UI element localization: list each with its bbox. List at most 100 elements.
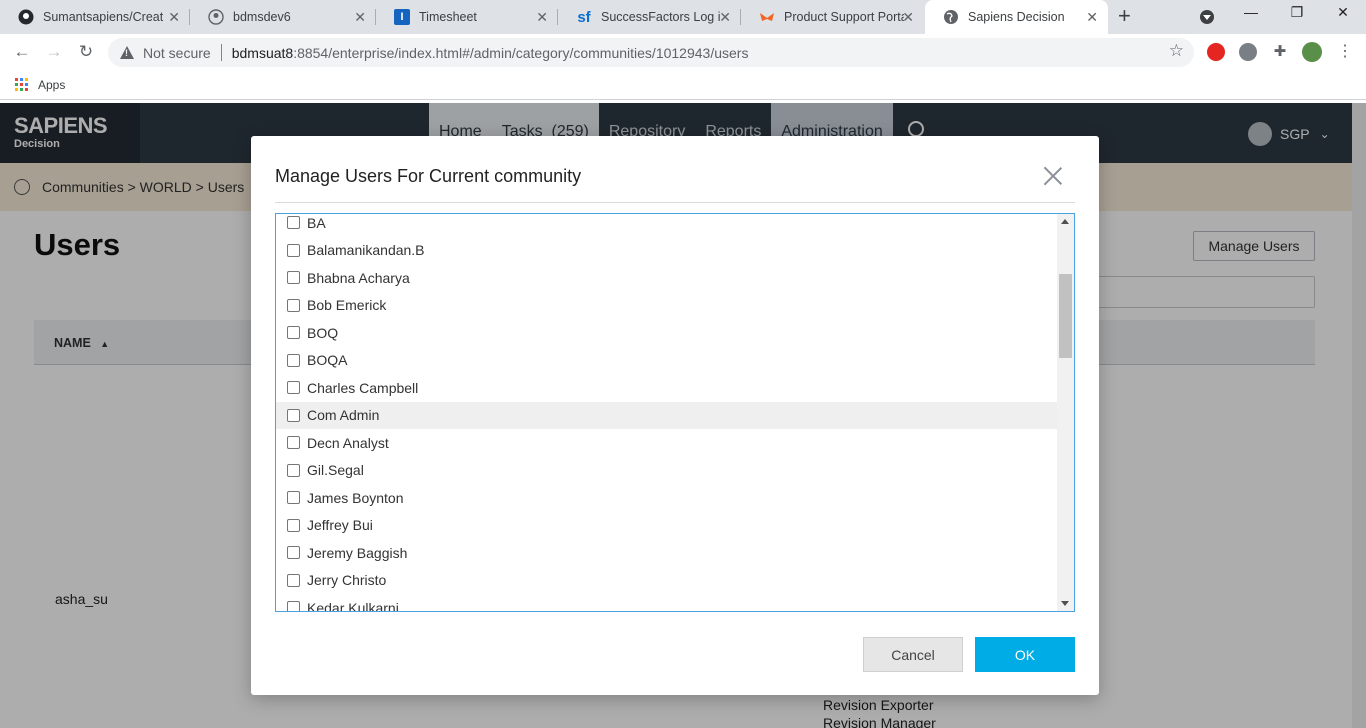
close-tab-icon[interactable]: ✕ bbox=[168, 9, 180, 25]
user-option-label: Charles Campbell bbox=[307, 379, 419, 396]
user-option[interactable]: BOQA bbox=[276, 347, 1057, 375]
checkbox[interactable] bbox=[287, 436, 300, 450]
user-option-label: Decn Analyst bbox=[307, 434, 389, 451]
avatar[interactable] bbox=[1302, 42, 1322, 62]
user-option[interactable]: Decn Analyst bbox=[276, 429, 1057, 457]
user-option-label: James Boynton bbox=[307, 489, 404, 506]
user-option-label: Bob Emerick bbox=[307, 297, 387, 314]
checkbox[interactable] bbox=[287, 271, 300, 285]
tab-title: Sumantsapiens/Create bbox=[43, 10, 163, 24]
close-tab-icon[interactable]: ✕ bbox=[354, 9, 366, 25]
support-portal-icon bbox=[759, 9, 775, 25]
user-option[interactable]: BA bbox=[276, 214, 1057, 237]
adblock-extension-icon[interactable] bbox=[1207, 43, 1225, 61]
ok-button[interactable]: OK bbox=[975, 637, 1075, 672]
bookmark-star-icon[interactable]: ☆ bbox=[1169, 41, 1184, 61]
new-tab-icon[interactable]: + bbox=[1118, 5, 1131, 27]
close-tab-icon[interactable]: ✕ bbox=[719, 9, 731, 25]
address-bar[interactable]: Not secure bdmsuat8 :8854/enterprise/ind… bbox=[108, 38, 1194, 67]
apps-bookmark[interactable]: Apps bbox=[38, 78, 65, 92]
user-option-label: Com Admin bbox=[307, 407, 380, 424]
user-option[interactable]: Charles Campbell bbox=[276, 374, 1057, 402]
checkbox[interactable] bbox=[287, 546, 300, 560]
successfactors-icon: sf bbox=[577, 8, 591, 26]
dialog-title: Manage Users For Current community bbox=[275, 166, 582, 186]
person-icon bbox=[208, 9, 224, 25]
user-option-label: BOQA bbox=[307, 352, 348, 369]
browser-toolbar: ← → ↻ Not secure bdmsuat8 :8854/enterpri… bbox=[0, 34, 1366, 70]
checkbox[interactable] bbox=[287, 518, 300, 532]
checkbox[interactable] bbox=[287, 381, 300, 395]
checkbox[interactable] bbox=[287, 463, 300, 477]
browser-tab[interactable]: bdmsdev6 ✕ bbox=[190, 0, 376, 34]
user-option[interactable]: Kedar Kulkarni bbox=[276, 594, 1057, 611]
github-icon bbox=[18, 9, 34, 25]
users-listbox[interactable]: BA Balamanikandan.B Bhabna Acharya Bob E… bbox=[275, 213, 1075, 612]
user-option-label: Gil.Segal bbox=[307, 462, 364, 479]
close-tab-icon[interactable]: ✕ bbox=[536, 9, 548, 25]
user-option[interactable]: Balamanikandan.B bbox=[276, 237, 1057, 265]
checkbox[interactable] bbox=[287, 573, 300, 587]
checkbox[interactable] bbox=[287, 243, 300, 257]
manage-users-dialog: Manage Users For Current community BA Ba… bbox=[251, 136, 1099, 695]
tab-title: bdmsdev6 bbox=[233, 10, 291, 24]
security-label[interactable]: Not secure bbox=[143, 45, 211, 61]
restore-icon[interactable]: ❐ bbox=[1282, 4, 1312, 21]
scroll-up-arrow-icon[interactable] bbox=[1061, 219, 1069, 224]
list-scrollbar[interactable] bbox=[1057, 214, 1074, 611]
user-option[interactable]: Jeffrey Bui bbox=[276, 512, 1057, 540]
user-option-label: Bhabna Acharya bbox=[307, 269, 410, 286]
tab-title: Timesheet bbox=[419, 10, 477, 24]
url-host: bdmsuat8 bbox=[231, 44, 294, 61]
user-option-label: Jerry Christo bbox=[307, 572, 387, 589]
close-window-icon[interactable]: ✕ bbox=[1328, 4, 1358, 21]
checkbox[interactable] bbox=[287, 353, 300, 367]
user-option[interactable]: Bhabna Acharya bbox=[276, 264, 1057, 292]
close-icon[interactable] bbox=[1043, 166, 1063, 186]
checkbox[interactable] bbox=[287, 326, 300, 340]
scrollbar-thumb[interactable] bbox=[1059, 274, 1072, 358]
browser-tab[interactable]: I Timesheet ✕ bbox=[376, 0, 558, 34]
tab-title: Sapiens Decision bbox=[968, 10, 1065, 24]
reload-icon[interactable]: ↻ bbox=[75, 41, 97, 63]
user-option-hovered[interactable]: Com Admin bbox=[276, 401, 1057, 429]
extension-icon[interactable] bbox=[1239, 43, 1257, 61]
checkbox[interactable] bbox=[287, 491, 300, 505]
tab-search-icon[interactable] bbox=[1200, 10, 1214, 24]
close-tab-icon[interactable]: ✕ bbox=[902, 9, 914, 25]
user-option-label: BA bbox=[307, 214, 326, 231]
browser-tab[interactable]: sf SuccessFactors Log in ✕ bbox=[558, 0, 741, 34]
forward-icon[interactable]: → bbox=[43, 41, 65, 63]
apps-grid-icon[interactable] bbox=[15, 78, 28, 91]
user-option[interactable]: Bob Emerick bbox=[276, 292, 1057, 320]
checkbox[interactable] bbox=[287, 216, 300, 230]
close-tab-icon[interactable]: ✕ bbox=[1086, 9, 1098, 25]
scroll-down-arrow-icon[interactable] bbox=[1061, 601, 1069, 606]
browser-tab[interactable]: Sumantsapiens/Create ✕ bbox=[0, 0, 190, 34]
dialog-divider bbox=[275, 202, 1075, 203]
user-option[interactable]: BOQ bbox=[276, 319, 1057, 347]
warning-icon[interactable] bbox=[120, 46, 134, 59]
back-icon[interactable]: ← bbox=[11, 41, 33, 63]
user-option-label: Jeremy Baggish bbox=[307, 544, 408, 561]
cancel-button[interactable]: Cancel bbox=[863, 637, 963, 672]
browser-tab[interactable]: Product Support Porta ✕ bbox=[741, 0, 924, 34]
user-option-label: BOQ bbox=[307, 324, 339, 341]
address-divider bbox=[220, 44, 222, 61]
users-list: BA Balamanikandan.B Bhabna Acharya Bob E… bbox=[276, 214, 1057, 611]
puzzle-icon[interactable]: ✚ bbox=[1271, 43, 1289, 61]
user-option[interactable]: Gil.Segal bbox=[276, 457, 1057, 485]
menu-kebab-icon[interactable]: ⋮ bbox=[1336, 43, 1354, 61]
checkbox[interactable] bbox=[287, 408, 300, 422]
user-option[interactable]: Jeremy Baggish bbox=[276, 539, 1057, 567]
globe-icon bbox=[943, 9, 959, 25]
tab-title: SuccessFactors Log in bbox=[601, 10, 721, 24]
url-path: :8854/enterprise/index.html#/admin/categ… bbox=[293, 44, 749, 61]
browser-tab-active[interactable]: Sapiens Decision ✕ bbox=[925, 0, 1108, 34]
bookmarks-bar: Apps bbox=[0, 70, 1366, 100]
user-option[interactable]: James Boynton bbox=[276, 484, 1057, 512]
user-option[interactable]: Jerry Christo bbox=[276, 567, 1057, 595]
minimize-icon[interactable]: — bbox=[1236, 4, 1266, 20]
checkbox[interactable] bbox=[287, 601, 300, 611]
checkbox[interactable] bbox=[287, 298, 300, 312]
